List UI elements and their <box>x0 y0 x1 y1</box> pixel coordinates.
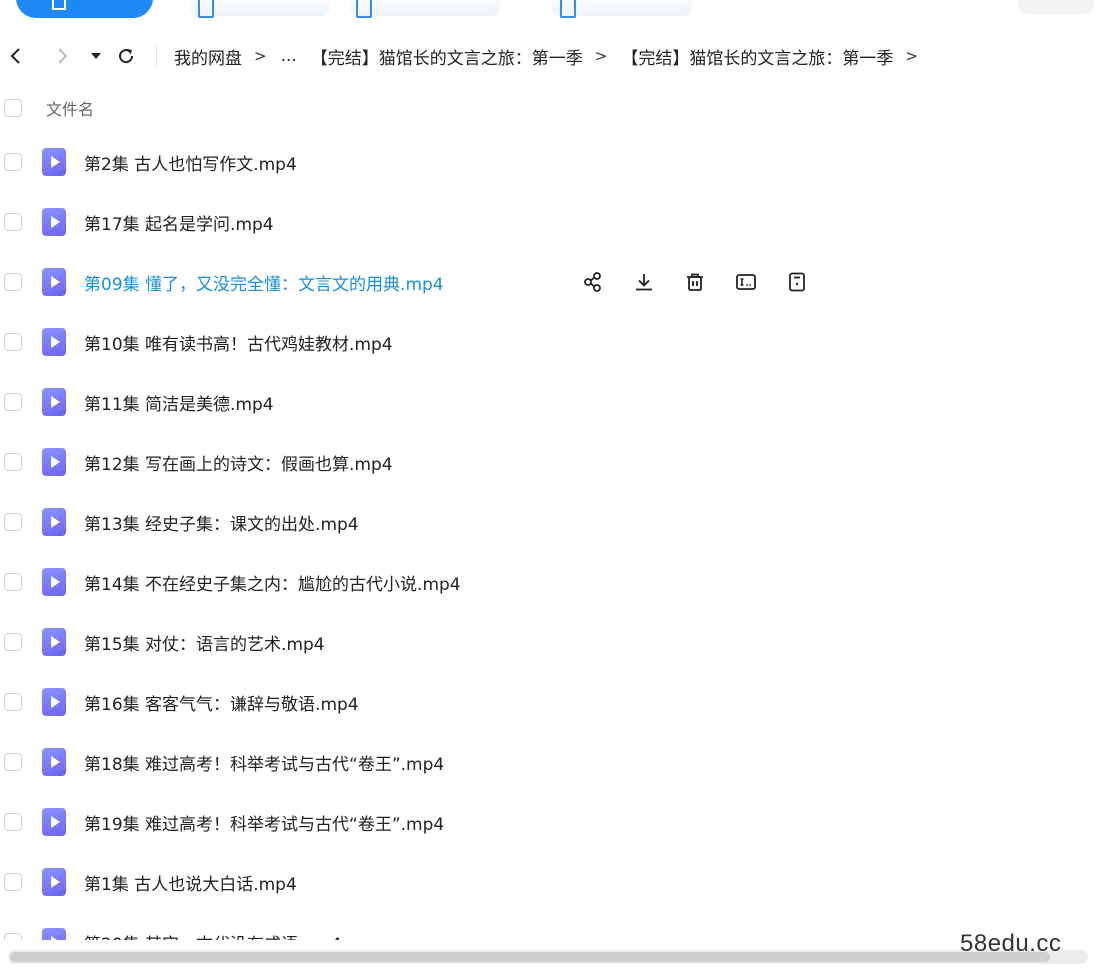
file-row[interactable]: 第16集 客客气气：谦辞与敬语.mp4 <box>0 672 1099 732</box>
row-checkbox[interactable] <box>4 273 22 291</box>
file-name[interactable]: 第09集 懂了，又没完全懂：文言文的用典.mp4 <box>84 270 444 295</box>
breadcrumb-separator: > <box>594 47 608 65</box>
back-button[interactable] <box>4 44 28 68</box>
upload-button[interactable] <box>16 0 153 18</box>
file-row[interactable]: 第13集 经史子集：课文的出处.mp4 <box>0 492 1099 552</box>
row-checkbox[interactable] <box>4 153 22 171</box>
file-name[interactable]: 第19集 难过高考！科举考试与古代“卷王”.mp4 <box>84 810 444 835</box>
more-info-icon <box>789 272 805 292</box>
file-row[interactable]: 第1集 古人也说大白话.mp4 <box>0 852 1099 912</box>
nav-divider <box>156 46 157 66</box>
chevron-left-icon <box>10 48 20 64</box>
file-name[interactable]: 第1集 古人也说大白话.mp4 <box>84 870 297 895</box>
video-file-icon <box>42 328 66 356</box>
row-checkbox[interactable] <box>4 813 22 831</box>
breadcrumb-item-folder[interactable]: 【完结】猫馆长的文言之旅：第一季 <box>311 44 583 69</box>
file-name[interactable]: 第15集 对仗：语言的艺术.mp4 <box>84 630 325 655</box>
video-file-icon <box>42 868 66 896</box>
caret-down-icon <box>91 53 101 59</box>
file-name[interactable]: 第16集 客客气气：谦辞与敬语.mp4 <box>84 690 359 715</box>
offline-download-icon <box>560 0 576 18</box>
file-row[interactable]: 第17集 起名是学问.mp4 <box>0 192 1099 252</box>
video-file-icon <box>42 748 66 776</box>
row-checkbox[interactable] <box>4 213 22 231</box>
select-all-checkbox[interactable] <box>4 99 22 117</box>
navigation-bar: 我的网盘 > ... 【完结】猫馆长的文言之旅：第一季 > 【完结】猫馆长的文言… <box>0 36 1099 76</box>
file-name[interactable]: 第18集 难过高考！科举考试与古代“卷王”.mp4 <box>84 750 444 775</box>
row-checkbox[interactable] <box>4 333 22 351</box>
top-right-button[interactable] <box>1018 0 1094 14</box>
row-checkbox[interactable] <box>4 513 22 531</box>
delete-icon <box>687 273 703 291</box>
new-online-doc-button[interactable] <box>350 0 500 16</box>
share-icon <box>584 272 601 292</box>
forward-button[interactable] <box>50 44 74 68</box>
breadcrumb-item-root[interactable]: 我的网盘 <box>174 44 242 69</box>
new-doc-icon <box>356 0 372 18</box>
file-name[interactable]: 第12集 写在画上的诗文：假画也算.mp4 <box>84 450 393 475</box>
row-checkbox[interactable] <box>4 453 22 471</box>
scrollbar-thumb[interactable] <box>10 952 1050 962</box>
file-row[interactable]: 第11集 简洁是美德.mp4 <box>0 372 1099 432</box>
more-info-button[interactable] <box>784 269 810 295</box>
watermark: 58edu.cc <box>960 930 1062 957</box>
video-file-icon <box>42 688 66 716</box>
video-file-icon <box>42 628 66 656</box>
upload-icon <box>52 0 66 10</box>
row-checkbox[interactable] <box>4 873 22 891</box>
chevron-right-icon <box>58 48 68 64</box>
row-action-bar <box>580 269 835 295</box>
file-row[interactable]: 第19集 难过高考！科举考试与古代“卷王”.mp4 <box>0 792 1099 852</box>
file-row[interactable]: 第18集 难过高考！科举考试与古代“卷王”.mp4 <box>0 732 1099 792</box>
video-file-icon <box>42 808 66 836</box>
file-row[interactable]: 第09集 懂了，又没完全懂：文言文的用典.mp4 <box>0 252 1099 312</box>
video-file-icon <box>42 268 66 296</box>
video-file-icon <box>42 148 66 176</box>
video-file-icon <box>42 568 66 596</box>
new-folder-icon <box>198 0 214 18</box>
delete-button[interactable] <box>682 269 708 295</box>
row-checkbox[interactable] <box>4 753 22 771</box>
column-header-name[interactable]: 文件名 <box>46 96 94 120</box>
video-file-icon <box>42 388 66 416</box>
refresh-icon <box>119 49 134 64</box>
history-dropdown[interactable] <box>84 44 108 68</box>
file-row[interactable]: 第15集 对仗：语言的艺术.mp4 <box>0 612 1099 672</box>
refresh-button[interactable] <box>114 44 138 68</box>
file-name[interactable]: 第17集 起名是学问.mp4 <box>84 210 274 235</box>
horizontal-scrollbar[interactable] <box>8 950 1088 964</box>
breadcrumb: 我的网盘 > ... 【完结】猫馆长的文言之旅：第一季 > 【完结】猫馆长的文言… <box>174 36 932 76</box>
file-list-header: 文件名 <box>0 90 1099 126</box>
row-checkbox[interactable] <box>4 573 22 591</box>
breadcrumb-item-current[interactable]: 【完结】猫馆长的文言之旅：第一季 <box>621 44 893 69</box>
breadcrumb-separator: > <box>254 47 267 65</box>
share-button[interactable] <box>580 269 606 295</box>
rename-icon <box>736 274 756 290</box>
row-checkbox[interactable] <box>4 393 22 411</box>
download-icon <box>636 274 652 291</box>
video-file-icon <box>42 448 66 476</box>
breadcrumb-item-ellipsis[interactable]: ... <box>281 46 297 66</box>
file-list: 第2集 古人也怕写作文.mp4 第17集 起名是学问.mp4 第09集 懂了，又没完… <box>0 132 1099 972</box>
file-row[interactable]: 第2集 古人也怕写作文.mp4 <box>0 132 1099 192</box>
file-name[interactable]: 第14集 不在经史子集之内：尴尬的古代小说.mp4 <box>84 570 461 595</box>
file-name[interactable]: 第10集 唯有读书高！古代鸡娃教材.mp4 <box>84 330 393 355</box>
file-row[interactable]: 第10集 唯有读书高！古代鸡娃教材.mp4 <box>0 312 1099 372</box>
file-name[interactable]: 第2集 古人也怕写作文.mp4 <box>84 150 297 175</box>
rename-button[interactable] <box>733 269 759 295</box>
file-row[interactable]: 第12集 写在画上的诗文：假画也算.mp4 <box>0 432 1099 492</box>
video-file-icon <box>42 208 66 236</box>
file-name[interactable]: 第11集 简洁是美德.mp4 <box>84 390 274 415</box>
file-row[interactable]: 第14集 不在经史子集之内：尴尬的古代小说.mp4 <box>0 552 1099 612</box>
top-toolbar <box>0 0 1099 20</box>
row-checkbox[interactable] <box>4 693 22 711</box>
row-checkbox[interactable] <box>4 633 22 651</box>
video-file-icon <box>42 508 66 536</box>
download-button[interactable] <box>631 269 657 295</box>
file-name[interactable]: 第13集 经史子集：课文的出处.mp4 <box>84 510 359 535</box>
breadcrumb-separator: > <box>905 47 918 65</box>
